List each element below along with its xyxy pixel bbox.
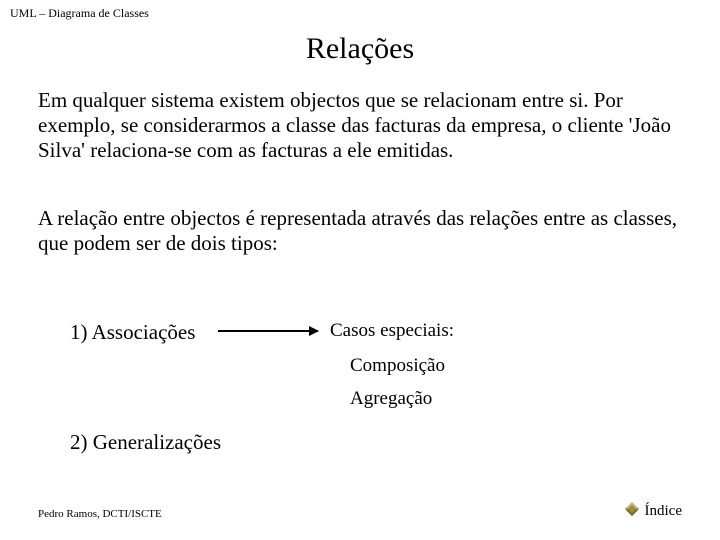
paragraph-1: Em qualquer sistema existem objectos que…	[38, 88, 678, 164]
slide-title: Relações	[0, 32, 720, 66]
diamond-icon	[624, 502, 638, 516]
arrow-icon	[218, 330, 318, 332]
index-link[interactable]: Índice	[627, 503, 682, 520]
list-item-generalizations: 2) Generalizações	[70, 430, 221, 455]
paragraph-2: A relação entre objectos é representada …	[38, 206, 678, 256]
slide: UML – Diagrama de Classes Relações Em qu…	[0, 0, 720, 540]
list-item-associations: 1) Associações	[70, 320, 195, 345]
header-label: UML – Diagrama de Classes	[10, 6, 149, 21]
special-case-composition: Composição	[350, 355, 445, 377]
footer-author: Pedro Ramos, DCTI/ISCTE	[38, 508, 162, 520]
index-label: Índice	[645, 503, 682, 519]
special-cases-label: Casos especiais:	[330, 320, 454, 342]
special-case-aggregation: Agregação	[350, 388, 432, 410]
